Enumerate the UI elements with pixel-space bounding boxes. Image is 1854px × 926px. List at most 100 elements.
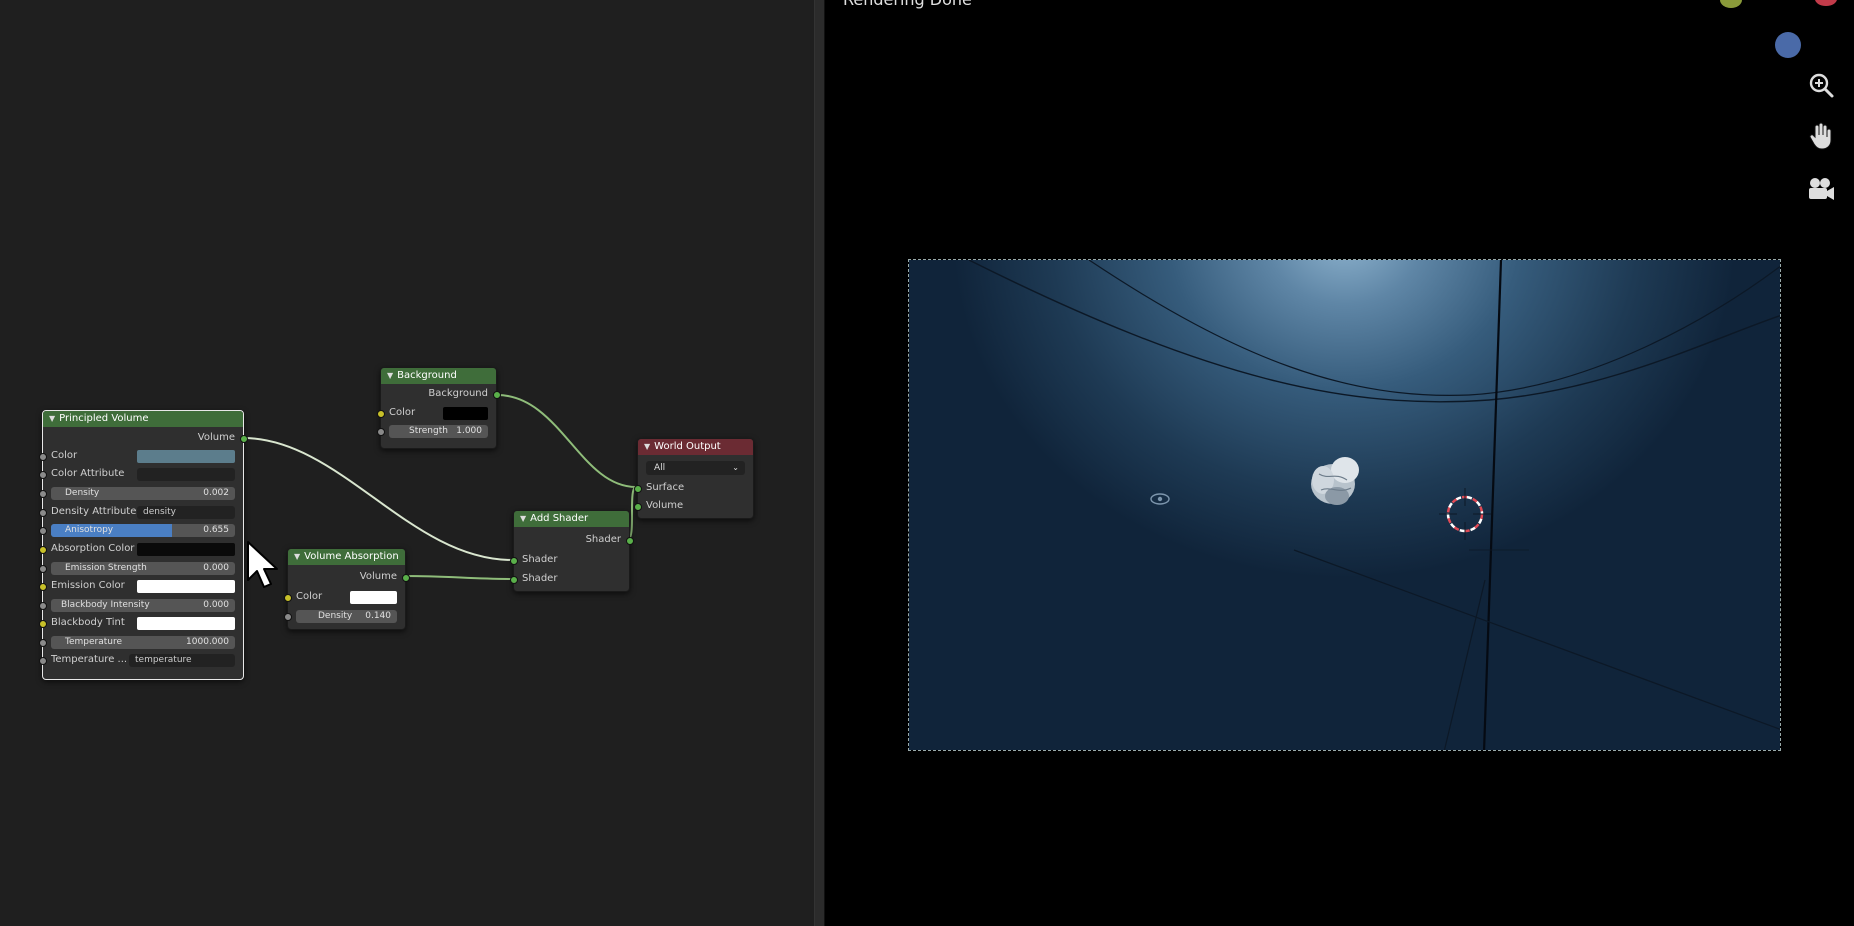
input-socket[interactable] [39,583,47,591]
density-field[interactable]: Density 0.002 [51,487,235,500]
color-label: Color [296,591,323,602]
color-label: Color [51,450,78,461]
node-title: Principled Volume [59,413,149,424]
collapse-caret-icon[interactable]: ▼ [520,511,526,527]
density-attribute-value: density [143,507,176,517]
color-swatch[interactable] [137,450,235,463]
collapse-caret-icon[interactable]: ▼ [644,439,650,455]
input-socket-shader-2[interactable] [510,576,518,584]
density-attribute-label: Density Attribute [51,506,137,517]
input-volume-label: Volume [646,500,684,511]
input-socket[interactable] [39,657,47,665]
collapse-caret-icon[interactable]: ▼ [49,411,55,427]
color-swatch[interactable] [443,407,488,420]
input-socket-color[interactable] [284,594,292,602]
node-header[interactable]: ▼ Principled Volume [43,411,243,427]
node-title: World Output [654,441,721,452]
anisotropy-field[interactable]: Anisotropy 0.655 [51,524,235,537]
collapse-caret-icon[interactable]: ▼ [387,368,393,384]
output-background-label: Background [428,388,488,399]
input-socket[interactable] [39,471,47,479]
input-shader-label: Shader [522,554,558,565]
light-object-icon [1150,493,1170,505]
input-socket[interactable] [39,565,47,573]
emission-color-label: Emission Color [51,580,125,591]
hand-pan-icon[interactable] [1803,118,1839,154]
node-volume-absorption[interactable]: ▼ Volume Absorption Volume Color Density 0… [284,548,410,630]
emission-color-swatch[interactable] [137,580,235,593]
input-socket[interactable] [39,602,47,610]
node-world-output[interactable]: ▼ World Output All ⌄ Surface Volume [634,438,754,519]
node-header[interactable]: ▼ Background [381,368,496,384]
color-attribute-field[interactable] [137,468,235,481]
node-title: Volume Absorption [304,551,399,562]
input-socket[interactable] [39,490,47,498]
output-volume-label: Volume [359,571,397,582]
input-socket-surface[interactable] [634,485,642,493]
blackbody-tint-label: Blackbody Tint [51,617,125,628]
density-attribute-field[interactable]: density [137,506,235,519]
emission-strength-value: 0.000 [203,563,229,573]
mouse-pointer-icon [247,541,278,588]
input-socket[interactable] [39,546,47,554]
area-divider[interactable] [814,0,825,926]
input-socket[interactable] [39,453,47,461]
color-label: Color [389,407,416,418]
input-socket-shader-1[interactable] [510,557,518,565]
input-socket-color[interactable] [377,410,385,418]
node-header[interactable]: ▼ World Output [638,439,753,455]
node-principled-volume[interactable]: ▼ Principled Volume Volume Color Color At… [39,410,248,680]
density-value: 0.140 [365,611,391,621]
target-value: All [654,463,666,473]
viewport-status-title: Rendering Done [843,0,972,9]
emission-strength-field[interactable]: Emission Strength 0.000 [51,562,235,575]
input-surface-label: Surface [646,482,685,493]
absorption-color-label: Absorption Color [51,543,135,554]
gizmo-x-axis[interactable] [1815,0,1837,6]
node-title: Add Shader [530,513,589,524]
input-socket[interactable] [39,639,47,647]
input-socket[interactable] [39,527,47,535]
zoom-icon[interactable] [1803,67,1839,103]
temperature-attribute-field[interactable]: temperature [129,654,235,667]
blackbody-intensity-field[interactable]: Blackbody Intensity 0.000 [51,599,235,612]
output-socket-shader[interactable] [626,537,634,545]
node-header[interactable]: ▼ Volume Absorption [288,549,405,565]
input-socket-volume[interactable] [634,503,642,511]
blackbody-tint-swatch[interactable] [137,617,235,630]
temperature-attribute-value: temperature [135,655,192,665]
blackbody-intensity-value: 0.000 [203,600,229,610]
color-attribute-label: Color Attribute [51,468,125,479]
input-socket-strength[interactable] [377,428,385,436]
target-dropdown[interactable]: All ⌄ [646,461,745,475]
gizmo-z-axis[interactable] [1775,32,1801,58]
density-value: 0.002 [203,488,229,498]
density-field[interactable]: Density 0.140 [296,610,397,623]
gizmo-y-axis[interactable] [1720,0,1742,8]
camera-icon[interactable] [1803,172,1839,208]
temperature-field[interactable]: Temperature 1000.000 [51,636,235,649]
node-title: Background [397,370,457,381]
strength-field[interactable]: Strength 1.000 [389,425,488,438]
temperature-value: 1000.000 [186,637,229,647]
input-socket[interactable] [39,509,47,517]
3d-cursor-icon[interactable] [1435,484,1495,544]
rendered-camera-view[interactable] [908,259,1781,751]
input-socket-density[interactable] [284,613,292,621]
output-socket-volume[interactable] [402,574,410,582]
node-background[interactable]: ▼ Background Background Color Strength 1.0… [377,367,501,449]
chevron-down-icon: ⌄ [732,463,739,472]
collapse-caret-icon[interactable]: ▼ [294,549,300,565]
node-add-shader[interactable]: ▼ Add Shader Shader Shader Shader [510,510,634,592]
anisotropy-value: 0.655 [203,525,229,535]
output-volume-label: Volume [197,432,235,443]
shader-node-editor[interactable]: ▼ Principled Volume Volume Color Color At… [0,0,814,926]
link-background-to-world [496,394,637,488]
absorption-color-swatch[interactable] [137,543,235,556]
output-socket-volume[interactable] [240,435,248,443]
color-swatch[interactable] [350,591,397,604]
output-socket-background[interactable] [493,391,501,399]
node-header[interactable]: ▼ Add Shader [514,511,629,527]
input-socket[interactable] [39,620,47,628]
smoke-volume-object [1311,457,1359,505]
